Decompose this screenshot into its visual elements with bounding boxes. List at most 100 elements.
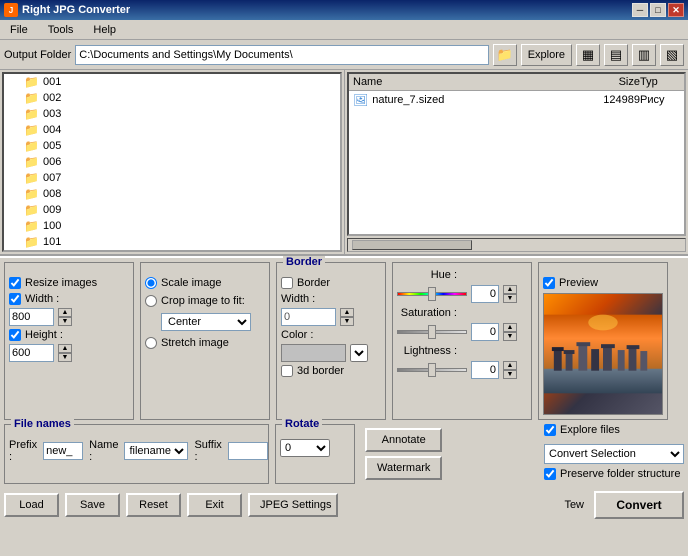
height-up[interactable]: ▲ bbox=[58, 344, 72, 353]
browse-button[interactable]: 📁 bbox=[493, 44, 517, 66]
light-label: Lightness : bbox=[397, 345, 457, 357]
bottom-panel: Resize images Width : ▲ ▼ Height : bbox=[0, 256, 688, 526]
tree-item[interactable]: 📁001 bbox=[4, 74, 340, 90]
file-list-container[interactable]: Name Size Typ 🖼nature_7.sized124989Рису bbox=[347, 72, 686, 236]
width-down[interactable]: ▼ bbox=[58, 317, 72, 326]
sat-input[interactable] bbox=[471, 323, 499, 341]
name-select[interactable]: filename bbox=[124, 442, 188, 460]
menu-file[interactable]: File bbox=[4, 22, 34, 38]
tree-item[interactable]: 📁007 bbox=[4, 170, 340, 186]
tree-item[interactable]: 📁008 bbox=[4, 186, 340, 202]
width-input[interactable] bbox=[9, 308, 54, 326]
border-color-dropdown[interactable]: ▼ bbox=[350, 344, 368, 362]
minimize-button[interactable]: ─ bbox=[632, 3, 648, 17]
light-up[interactable]: ▲ bbox=[503, 361, 517, 370]
convert-button[interactable]: Convert bbox=[594, 491, 684, 519]
reset-button[interactable]: Reset bbox=[126, 493, 181, 517]
light-thumb[interactable] bbox=[428, 363, 436, 377]
jpeg-settings-button[interactable]: JPEG Settings bbox=[248, 493, 338, 517]
menu-help[interactable]: Help bbox=[87, 22, 122, 38]
height-down[interactable]: ▼ bbox=[58, 353, 72, 362]
sat-down[interactable]: ▼ bbox=[503, 332, 517, 341]
tree-item[interactable]: 📁003 bbox=[4, 106, 340, 122]
hue-down[interactable]: ▼ bbox=[503, 294, 517, 303]
view-icon1[interactable]: ▦ bbox=[576, 44, 600, 66]
load-button[interactable]: Load bbox=[4, 493, 59, 517]
crop-radio[interactable] bbox=[145, 295, 157, 307]
light-input[interactable] bbox=[471, 361, 499, 379]
suffix-input[interactable] bbox=[228, 442, 268, 460]
folder-icon: 📁 bbox=[24, 235, 39, 249]
hscrollbar[interactable] bbox=[347, 238, 686, 252]
exit-button[interactable]: Exit bbox=[187, 493, 242, 517]
explore-files-checkbox[interactable] bbox=[544, 424, 556, 436]
border-width-up[interactable]: ▲ bbox=[340, 308, 354, 317]
tree-item[interactable]: 📁002 bbox=[4, 90, 340, 106]
output-path-input[interactable] bbox=[75, 45, 488, 65]
maximize-button[interactable]: □ bbox=[650, 3, 666, 17]
view-icon4[interactable]: ▧ bbox=[660, 44, 684, 66]
width-spinner: ▲ ▼ bbox=[58, 308, 72, 326]
hscrollbar-thumb[interactable] bbox=[352, 240, 472, 250]
hue-slider-row: ▲ ▼ bbox=[397, 285, 527, 303]
border-width-input[interactable] bbox=[281, 308, 336, 326]
save-button[interactable]: Save bbox=[65, 493, 120, 517]
file-tree-container[interactable]: 📁001📁002📁003📁004📁005📁006📁007📁008📁009📁100… bbox=[2, 72, 342, 252]
height-checkbox[interactable] bbox=[9, 329, 21, 341]
rotate-select[interactable]: 0 90 180 270 bbox=[280, 439, 330, 457]
file-row[interactable]: 🖼nature_7.sized124989Рису bbox=[349, 91, 684, 109]
preserve-checkbox[interactable] bbox=[544, 468, 556, 480]
resize-panel: Resize images Width : ▲ ▼ Height : bbox=[4, 262, 134, 420]
view-icon2[interactable]: ▤ bbox=[604, 44, 628, 66]
height-input[interactable] bbox=[9, 344, 54, 362]
tree-item[interactable]: 📁004 bbox=[4, 122, 340, 138]
threed-checkbox[interactable] bbox=[281, 365, 293, 377]
view-icon3[interactable]: ▥ bbox=[632, 44, 656, 66]
tree-item[interactable]: 📁006 bbox=[4, 154, 340, 170]
border-width-value-row: ▲ ▼ bbox=[281, 308, 381, 326]
light-down[interactable]: ▼ bbox=[503, 370, 517, 379]
border-width-down[interactable]: ▼ bbox=[340, 317, 354, 326]
center-select[interactable]: Center bbox=[161, 313, 251, 331]
folder-icon: 📁 bbox=[24, 75, 39, 89]
resize-images-label: Resize images bbox=[25, 277, 97, 289]
sat-thumb[interactable] bbox=[428, 325, 436, 339]
border-checkbox[interactable] bbox=[281, 277, 293, 289]
prefix-input[interactable] bbox=[43, 442, 83, 460]
menu-tools[interactable]: Tools bbox=[42, 22, 80, 38]
action-buttons-row: Load Save Reset Exit JPEG Settings Tew C… bbox=[4, 488, 684, 522]
stretch-radio[interactable] bbox=[145, 337, 157, 349]
watermark-button[interactable]: Watermark bbox=[365, 456, 442, 480]
height-spinner: ▲ ▼ bbox=[58, 344, 72, 362]
border-color-swatch[interactable] bbox=[281, 344, 346, 362]
resize-images-row: Resize images bbox=[9, 277, 129, 289]
explore-files-row: Explore files bbox=[544, 424, 684, 436]
hue-input[interactable] bbox=[471, 285, 499, 303]
hue-thumb[interactable] bbox=[428, 287, 436, 301]
convert-selection-select[interactable]: Convert Selection bbox=[544, 444, 684, 464]
preview-checkbox[interactable] bbox=[543, 277, 555, 289]
width-up[interactable]: ▲ bbox=[58, 308, 72, 317]
resize-images-checkbox[interactable] bbox=[9, 277, 21, 289]
light-track[interactable] bbox=[397, 368, 467, 372]
scale-radio[interactable] bbox=[145, 277, 157, 289]
folder-icon: 📁 bbox=[24, 155, 39, 169]
hue-track[interactable] bbox=[397, 292, 467, 296]
hue-up[interactable]: ▲ bbox=[503, 285, 517, 294]
file-tree-scroll[interactable]: 📁001📁002📁003📁004📁005📁006📁007📁008📁009📁100… bbox=[4, 74, 340, 250]
sat-label: Saturation : bbox=[397, 307, 457, 319]
width-value-row: ▲ ▼ bbox=[9, 308, 129, 326]
close-button[interactable]: ✕ bbox=[668, 3, 684, 17]
annotate-watermark-col: Annotate Watermark bbox=[361, 424, 446, 484]
border-color-label: Color : bbox=[281, 329, 313, 341]
annotate-button[interactable]: Annotate bbox=[365, 428, 442, 452]
width-checkbox[interactable] bbox=[9, 293, 21, 305]
sat-up[interactable]: ▲ bbox=[503, 323, 517, 332]
sat-track[interactable] bbox=[397, 330, 467, 334]
tree-item[interactable]: 📁101 bbox=[4, 234, 340, 250]
tree-item[interactable]: 📁005 bbox=[4, 138, 340, 154]
spacer bbox=[452, 424, 538, 484]
explore-button[interactable]: Explore bbox=[521, 44, 572, 66]
tree-item[interactable]: 📁100 bbox=[4, 218, 340, 234]
tree-item[interactable]: 📁009 bbox=[4, 202, 340, 218]
